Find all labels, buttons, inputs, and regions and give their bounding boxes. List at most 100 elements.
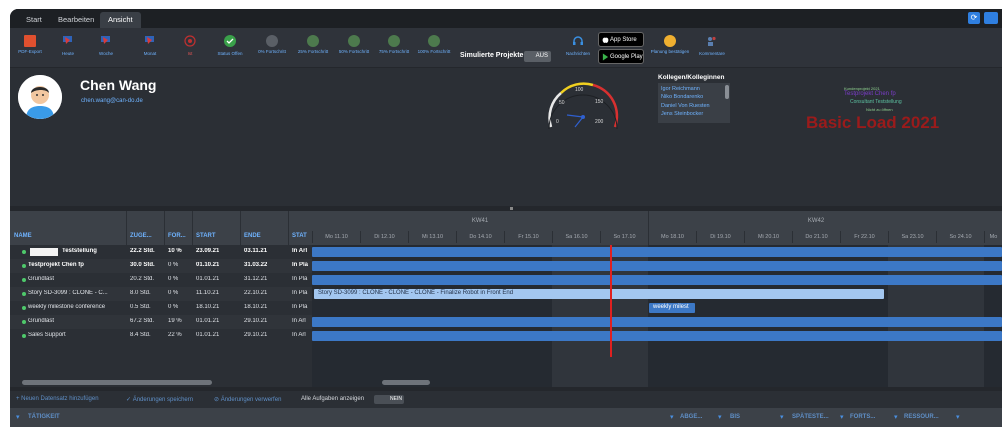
- month-button[interactable]: Monat: [130, 32, 170, 56]
- progress-75-button[interactable]: 75% Fortschritt: [374, 32, 414, 54]
- apple-icon: [602, 37, 609, 43]
- table-row[interactable]: weekly milestone conference 0.5 Std. 0 %…: [10, 301, 312, 315]
- column-divider: [288, 211, 289, 245]
- colleagues-scrollbar[interactable]: [725, 85, 729, 99]
- column-header-resources[interactable]: RESSOUR...: [904, 414, 939, 420]
- profile-panel: Chen Wang chen.wang@can-do.de 50 100 150…: [10, 69, 1002, 217]
- gantt-bar[interactable]: [312, 331, 1002, 341]
- column-header-progress[interactable]: FOR...: [168, 233, 186, 239]
- day-label: Mi 13.10: [408, 231, 456, 243]
- row-status: In Pla: [292, 276, 308, 282]
- pdf-export-button[interactable]: PDF-Export: [10, 32, 50, 54]
- day-label: Mi 20.10: [744, 231, 792, 243]
- status-dot: [22, 306, 26, 310]
- filter-icon[interactable]: ▾: [718, 413, 724, 421]
- comments-button[interactable]: Kommentare: [692, 32, 732, 56]
- simulate-projects-toggle[interactable]: AUS: [524, 51, 551, 62]
- row-hours: 0.5 Std.: [130, 304, 151, 310]
- row-start: 18.10.21: [196, 304, 220, 310]
- filter-icon[interactable]: ▾: [16, 413, 22, 421]
- refresh-icon[interactable]: ⟳: [968, 12, 980, 24]
- day-label: So 24.10: [936, 231, 984, 243]
- gauge-tick: 100: [575, 87, 584, 93]
- status-dot: [22, 250, 26, 254]
- column-header-activity[interactable]: TÄTIGKEIT: [28, 414, 60, 420]
- google-play-badge[interactable]: Google Play: [598, 49, 644, 64]
- app-store-badge[interactable]: App Store: [598, 32, 644, 47]
- tag-cloud-item: Nicht zu öffnen: [866, 107, 893, 112]
- tab-ansicht[interactable]: Ansicht: [100, 12, 141, 28]
- tab-bearbeiten[interactable]: Bearbeiten: [50, 12, 102, 28]
- gantt-bar[interactable]: [312, 247, 1002, 257]
- tab-start[interactable]: Start: [18, 12, 50, 28]
- progress-25-button[interactable]: 25% Fortschritt: [293, 32, 333, 54]
- filter-icon[interactable]: ▾: [780, 413, 786, 421]
- gantt-row: [312, 329, 1002, 343]
- user-email-link[interactable]: chen.wang@can-do.de: [81, 98, 143, 104]
- table-row[interactable]: Story SD-3099 : CLONE - C... 8.0 Std. 0 …: [10, 287, 312, 301]
- column-divider: [192, 211, 193, 245]
- row-end: 22.10.21: [244, 290, 268, 296]
- gantt-bar[interactable]: [312, 317, 1002, 327]
- gantt-bar[interactable]: [312, 261, 1002, 271]
- table-row[interactable]: Grundlast 20.2 Std. 0 % 01.01.21 31.12.2…: [10, 273, 312, 287]
- discard-changes-button[interactable]: ⊘ Änderungen verwerfen: [214, 396, 281, 403]
- filter-icon[interactable]: ▾: [840, 413, 846, 421]
- week-button[interactable]: Woche: [86, 32, 126, 56]
- colleague-item[interactable]: Niko Bondarenko: [661, 93, 727, 101]
- column-header-progress[interactable]: FORTS...: [850, 414, 875, 420]
- table-row[interactable]: Grundlast 67.2 Std. 19 % 01.01.21 29.10.…: [10, 315, 312, 329]
- column-header-latest[interactable]: SPÄTESTE...: [792, 414, 829, 420]
- window-control-button[interactable]: [984, 12, 998, 24]
- column-header-completed[interactable]: ABGE...: [680, 414, 702, 420]
- tag-cloud-item: Testprojekt Chen fp: [844, 91, 896, 97]
- play-icon: [602, 53, 609, 61]
- progress-50-button[interactable]: 50% Fortschritt: [334, 32, 374, 54]
- add-record-button[interactable]: + Neuen Datensatz hinzufügen: [16, 396, 99, 402]
- row-progress: 10 %: [168, 248, 182, 254]
- column-header-status[interactable]: STAT: [292, 233, 307, 239]
- gantt-horizontal-scrollbar[interactable]: [382, 380, 430, 385]
- row-name: Grundlast: [28, 276, 55, 282]
- row-name: weekly milestone conference: [28, 304, 106, 310]
- meeting-gantt-bar[interactable]: weekly milest: [649, 303, 695, 313]
- news-button[interactable]: Nachrichten: [558, 32, 598, 56]
- row-name: Grundlast: [28, 318, 55, 324]
- colleague-item[interactable]: Daniel Von Ruesten: [661, 102, 727, 110]
- story-gantt-bar[interactable]: Story SD-3099 : CLONE - CLONE - CLONE - …: [314, 289, 884, 299]
- grid-header: NAME ZUGE... FOR... START ENDE STAT: [10, 211, 312, 245]
- row-progress: 0 %: [168, 304, 179, 310]
- confirm-planning-button[interactable]: Planung bestätigen: [650, 32, 690, 54]
- column-header-name[interactable]: NAME: [14, 233, 32, 239]
- table-row[interactable]: Testprojekt Chen fp 30.0 Std. 0 % 01.10.…: [10, 259, 312, 273]
- column-header-until[interactable]: BIS: [730, 414, 740, 420]
- column-header-end[interactable]: ENDE: [244, 233, 261, 239]
- gantt-bar[interactable]: [312, 275, 1002, 285]
- table-row[interactable]: Sales Support 8.4 Std. 22 % 01.01.21 29.…: [10, 329, 312, 343]
- colleagues-list[interactable]: Igor Reichmann Niko Bondarenko Daniel Vo…: [658, 83, 730, 123]
- grid-horizontal-scrollbar[interactable]: [22, 380, 212, 385]
- save-changes-button[interactable]: ✓ Änderungen speichern: [126, 396, 193, 403]
- today-button[interactable]: Heute: [48, 32, 88, 56]
- column-header-hours[interactable]: ZUGE...: [130, 233, 152, 239]
- filter-icon[interactable]: ▾: [670, 413, 676, 421]
- row-start: 01.01.21: [196, 276, 220, 282]
- gantt-row: Story SD-3099 : CLONE - CLONE - CLONE - …: [312, 287, 1002, 301]
- show-all-tasks-toggle[interactable]: NEIN: [374, 395, 404, 404]
- filter-icon[interactable]: ▾: [956, 413, 962, 421]
- actual-button[interactable]: Ist: [170, 32, 210, 56]
- row-status: In Arl: [292, 332, 306, 338]
- row-hours: 20.2 Std.: [130, 276, 155, 282]
- colleague-item[interactable]: Jens Steinbocker: [661, 110, 727, 118]
- colleague-item[interactable]: Igor Reichmann: [661, 85, 727, 93]
- progress-0-button[interactable]: 0% Fortschritt: [252, 32, 292, 54]
- splitter-handle-icon: [510, 207, 513, 210]
- table-row[interactable]: Teststellung 22.2 Std. 10 % 23.09.21 03.…: [10, 245, 312, 259]
- column-header-start[interactable]: START: [196, 233, 216, 239]
- day-label: Mo 11.10: [312, 231, 360, 243]
- status-open-button[interactable]: Status Offen: [210, 32, 250, 56]
- progress-100-button[interactable]: 100% Fortschritt: [414, 32, 454, 54]
- filter-icon[interactable]: ▾: [894, 413, 900, 421]
- google-play-label: Google Play: [610, 54, 643, 60]
- row-hours: 22.2 Std.: [130, 248, 155, 254]
